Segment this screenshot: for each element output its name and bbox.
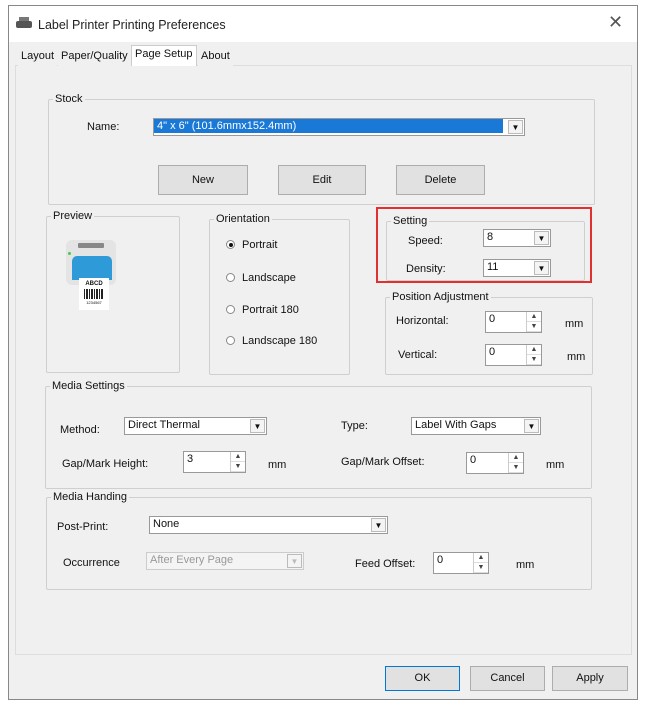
gap-height-stepper[interactable]: 3 ▲ ▼ xyxy=(183,451,246,473)
preview-barcode-number: 1234567 xyxy=(86,300,102,305)
gap-height-value: 3 xyxy=(187,453,194,465)
unit-label: mm xyxy=(565,318,584,330)
post-print-select[interactable]: None ▼ xyxy=(149,516,388,534)
spin-down-icon[interactable]: ▼ xyxy=(231,462,245,472)
radio-icon xyxy=(226,273,235,282)
radio-portrait[interactable]: Portrait xyxy=(226,239,277,251)
method-label: Method: xyxy=(60,424,100,436)
radio-label: Portrait xyxy=(242,239,278,251)
density-label: Density: xyxy=(406,263,446,275)
preview-legend: Preview xyxy=(53,210,93,222)
chevron-down-icon: ▼ xyxy=(508,120,523,134)
unit-label: mm xyxy=(546,459,565,471)
gap-offset-stepper[interactable]: 0 ▲ ▼ xyxy=(466,452,524,474)
unit-label: mm xyxy=(268,459,287,471)
type-select[interactable]: Label With Gaps ▼ xyxy=(411,417,541,435)
media-settings-legend: Media Settings xyxy=(52,380,125,392)
occurrence-value: After Every Page xyxy=(150,554,234,566)
close-icon[interactable]: ✕ xyxy=(608,12,623,33)
stock-name-value: 4" x 6" (101.6mmx152.4mm) xyxy=(154,119,503,133)
setting-legend: Setting xyxy=(393,215,428,227)
density-select[interactable]: 11 ▼ xyxy=(483,259,551,277)
type-label: Type: xyxy=(341,420,368,432)
stock-name-select[interactable]: 4" x 6" (101.6mmx152.4mm) ▼ xyxy=(153,118,525,136)
type-value: Label With Gaps xyxy=(415,419,497,431)
occurrence-label: Occurrence xyxy=(63,557,120,569)
spin-down-icon[interactable]: ▼ xyxy=(527,355,541,365)
tab-layout[interactable]: Layout xyxy=(18,48,58,66)
speed-label: Speed: xyxy=(408,235,443,247)
unit-label: mm xyxy=(567,351,586,363)
vertical-stepper[interactable]: 0 ▲ ▼ xyxy=(485,344,542,366)
chevron-down-icon: ▼ xyxy=(287,554,302,568)
tab-about[interactable]: About xyxy=(198,48,233,66)
spin-down-icon[interactable]: ▼ xyxy=(474,563,488,573)
spin-up-icon[interactable]: ▲ xyxy=(474,553,488,563)
radio-landscape-180[interactable]: Landscape 180 xyxy=(226,335,317,347)
radio-label: Landscape xyxy=(242,272,296,284)
chevron-down-icon: ▼ xyxy=(250,419,265,433)
feed-offset-label: Feed Offset: xyxy=(355,558,416,570)
spin-up-icon[interactable]: ▲ xyxy=(509,453,523,463)
horizontal-label: Horizontal: xyxy=(396,315,449,327)
radio-selected-icon xyxy=(226,240,235,249)
radio-label: Portrait 180 xyxy=(242,304,299,316)
edit-button[interactable]: Edit xyxy=(278,165,366,195)
occurrence-select: After Every Page ▼ xyxy=(146,552,304,570)
preview-label-text: ABCD xyxy=(85,281,103,287)
apply-button[interactable]: Apply xyxy=(552,666,628,691)
delete-button[interactable]: Delete xyxy=(396,165,485,195)
speed-value: 8 xyxy=(487,231,494,243)
method-value: Direct Thermal xyxy=(128,419,200,431)
ok-button[interactable]: OK xyxy=(385,666,460,691)
spin-up-icon[interactable]: ▲ xyxy=(527,345,541,355)
radio-icon xyxy=(226,336,235,345)
spin-down-icon[interactable]: ▼ xyxy=(509,463,523,473)
radio-landscape[interactable]: Landscape xyxy=(226,272,296,284)
chevron-down-icon: ▼ xyxy=(534,261,549,275)
spin-up-icon[interactable]: ▲ xyxy=(231,452,245,462)
density-value: 11 xyxy=(487,261,499,273)
window-title: Label Printer Printing Preferences xyxy=(38,18,226,32)
tab-page-setup[interactable]: Page Setup xyxy=(131,45,197,66)
post-print-value: None xyxy=(153,518,180,530)
tab-paper-quality[interactable]: Paper/Quality xyxy=(58,48,131,66)
new-button[interactable]: New xyxy=(158,165,248,195)
unit-label: mm xyxy=(516,559,535,571)
chevron-down-icon: ▼ xyxy=(371,518,386,532)
media-handling-group: Media Handing xyxy=(46,491,592,590)
vertical-value: 0 xyxy=(489,346,496,358)
horizontal-value: 0 xyxy=(489,313,496,325)
gap-height-label: Gap/Mark Height: xyxy=(62,458,149,470)
vertical-label: Vertical: xyxy=(398,349,438,361)
printer-preview-image: ABCD 1234567 xyxy=(66,240,120,310)
name-label: Name: xyxy=(87,121,120,133)
printer-icon xyxy=(16,17,32,30)
barcode-icon xyxy=(84,289,104,299)
media-handling-legend: Media Handing xyxy=(53,491,127,503)
speed-select[interactable]: 8 ▼ xyxy=(483,229,551,247)
method-select[interactable]: Direct Thermal ▼ xyxy=(124,417,267,435)
chevron-down-icon: ▼ xyxy=(534,231,549,245)
post-print-label: Post-Print: xyxy=(57,521,109,533)
radio-portrait-180[interactable]: Portrait 180 xyxy=(226,304,299,316)
orientation-group: Orientation xyxy=(209,213,350,375)
radio-label: Landscape 180 xyxy=(242,335,318,347)
position-legend: Position Adjustment xyxy=(392,291,489,303)
spin-down-icon[interactable]: ▼ xyxy=(527,322,541,332)
chevron-down-icon: ▼ xyxy=(524,419,539,433)
cancel-button[interactable]: Cancel xyxy=(470,666,545,691)
feed-offset-value: 0 xyxy=(437,554,444,566)
radio-icon xyxy=(226,305,235,314)
horizontal-stepper[interactable]: 0 ▲ ▼ xyxy=(485,311,542,333)
gap-offset-value: 0 xyxy=(470,454,477,466)
stock-legend: Stock xyxy=(55,93,83,105)
spin-up-icon[interactable]: ▲ xyxy=(527,312,541,322)
gap-offset-label: Gap/Mark Offset: xyxy=(341,456,425,468)
feed-offset-stepper[interactable]: 0 ▲ ▼ xyxy=(433,552,489,574)
orientation-legend: Orientation xyxy=(216,213,270,225)
